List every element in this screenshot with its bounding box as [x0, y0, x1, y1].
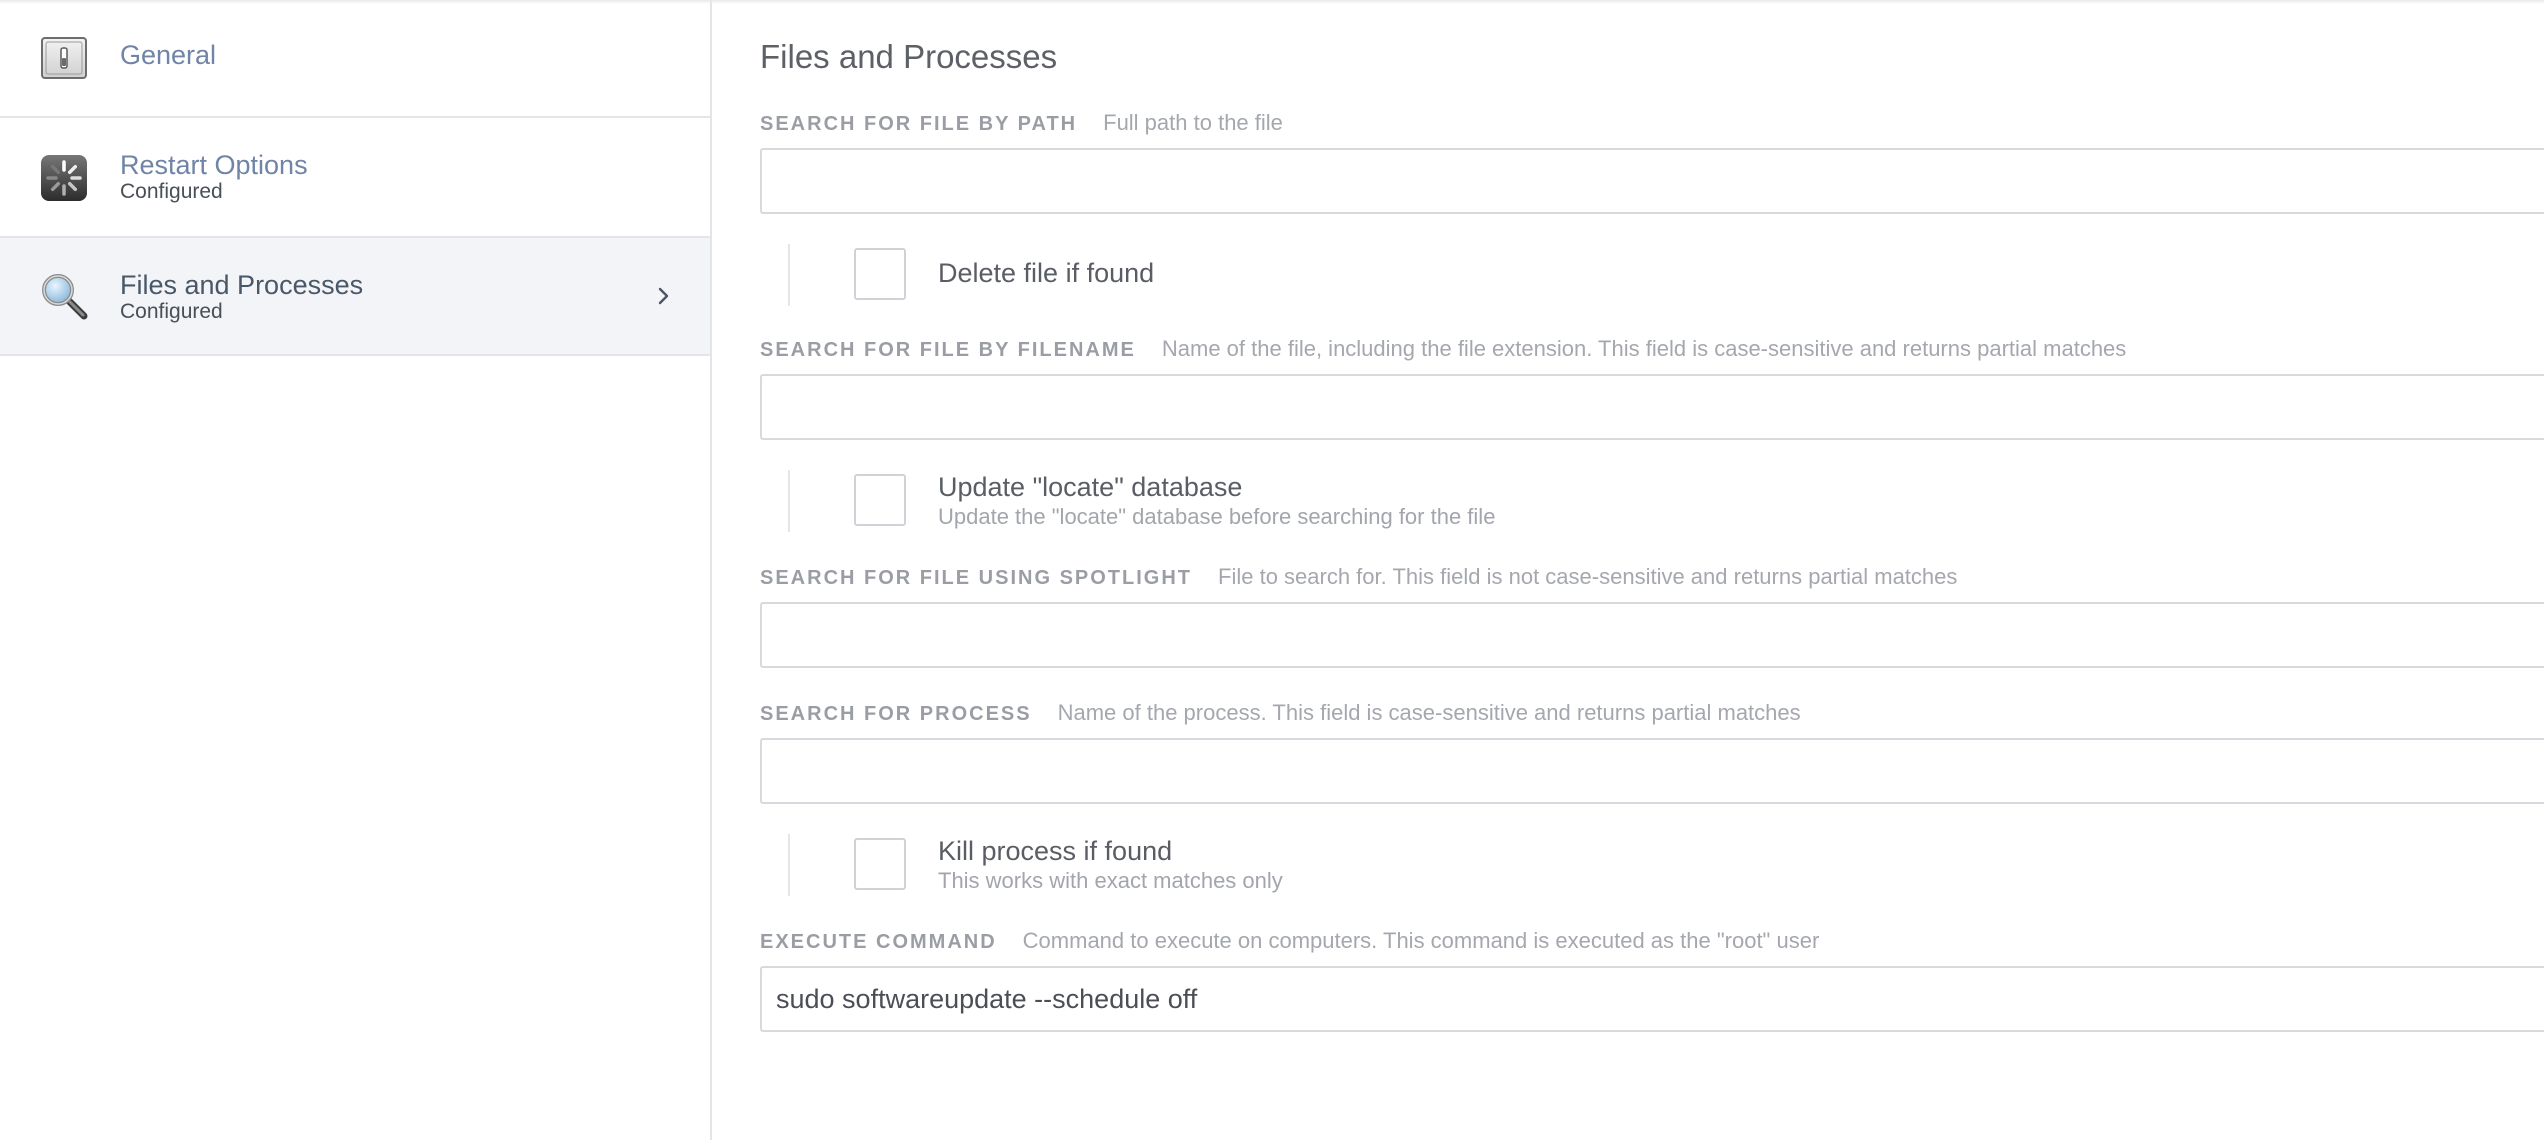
field-help-text: Command to execute on computers. This co… [1022, 928, 1820, 953]
checkbox-label: Update "locate" database [938, 472, 1243, 502]
field-label-text: SEARCH FOR PROCESS [760, 703, 1032, 725]
field-label-spotlight: SEARCH FOR FILE USING SPOTLIGHT File to s… [760, 564, 1957, 590]
checkbox-label: Kill process if found [938, 836, 1173, 866]
field-help-text: Name of the process. This field is case-… [1057, 700, 1801, 725]
field-help-text: Full path to the file [1103, 110, 1283, 135]
delete-file-checkbox[interactable] [854, 248, 906, 300]
sidebar-item-restart-options[interactable]: Restart Options Configured [0, 118, 710, 238]
field-help-text: File to search for. This field is not ca… [1218, 564, 1958, 589]
field-help-text: Name of the file, including the file ext… [1161, 336, 2127, 361]
kill-process-checkbox[interactable] [854, 838, 906, 890]
process-input[interactable] [760, 738, 2544, 804]
field-label-file-path: SEARCH FOR FILE BY PATH Full path to the … [760, 110, 1283, 136]
update-locate-option: Update "locate" database Update the "loc… [760, 470, 2460, 532]
sidebar-item-label: Restart Options [120, 150, 308, 180]
page-title: Files and Processes [760, 38, 1058, 75]
filename-input[interactable] [760, 374, 2544, 440]
sidebar-item-files-and-processes[interactable]: Files and Processes Configured [0, 238, 710, 356]
indent-rule [788, 834, 790, 896]
main-panel: Files and Processes SEARCH FOR FILE BY P… [712, 0, 2544, 1140]
restart-spinner-icon [40, 154, 88, 202]
sidebar-item-label: Files and Processes [120, 270, 364, 300]
app-window: General Restart Options Configured Files… [0, 0, 2544, 1140]
sidebar-item-general[interactable]: General [0, 0, 710, 118]
sidebar-item-status: Configured [120, 180, 223, 203]
indent-rule [788, 244, 790, 306]
chevron-right-icon [652, 284, 676, 308]
field-label-text: SEARCH FOR FILE BY FILENAME [760, 339, 1136, 361]
file-path-input[interactable] [760, 148, 2544, 214]
field-label-text: SEARCH FOR FILE BY PATH [760, 113, 1078, 135]
top-shadow [0, 0, 2544, 4]
checkbox-description: Update the "locate" database before sear… [938, 504, 1496, 529]
field-label-filename: SEARCH FOR FILE BY FILENAME Name of the f… [760, 336, 2126, 362]
sidebar-item-label: General [120, 40, 217, 70]
update-locate-checkbox[interactable] [854, 474, 906, 526]
field-label-process: SEARCH FOR PROCESS Name of the process. T… [760, 700, 1801, 726]
magnifier-icon [40, 272, 88, 320]
sidebar-item-status: Configured [120, 300, 223, 323]
field-label-text: SEARCH FOR FILE USING SPOTLIGHT [760, 567, 1193, 589]
field-label-command: EXECUTE COMMAND Command to execute on com… [760, 928, 1819, 954]
spotlight-input[interactable] [760, 602, 2544, 668]
sidebar: General Restart Options Configured Files… [0, 0, 712, 1140]
checkbox-label: Delete file if found [938, 258, 1155, 288]
general-switch-icon [40, 34, 88, 82]
delete-file-option: Delete file if found [760, 244, 2460, 306]
command-input[interactable] [760, 966, 2544, 1032]
indent-rule [788, 470, 790, 532]
kill-process-option: Kill process if found This works with ex… [760, 834, 2460, 896]
field-label-text: EXECUTE COMMAND [760, 931, 997, 953]
checkbox-description: This works with exact matches only [938, 868, 1283, 893]
